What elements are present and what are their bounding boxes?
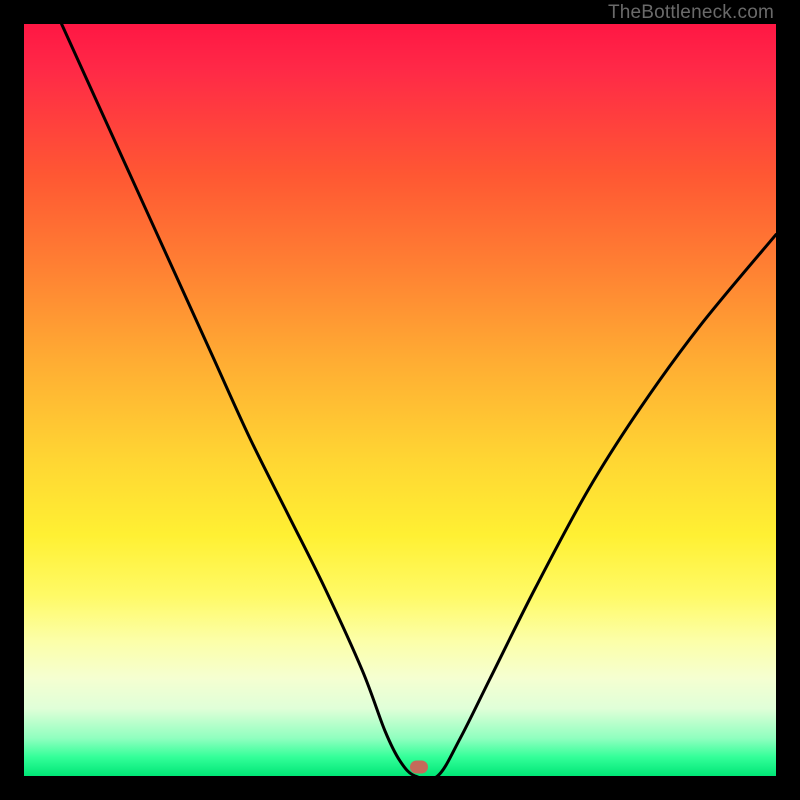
curve-svg [24, 24, 776, 776]
plot-area [24, 24, 776, 776]
watermark-text: TheBottleneck.com [608, 2, 774, 24]
optimal-point-marker [410, 760, 428, 773]
chart-container: TheBottleneck.com [0, 0, 800, 800]
bottleneck-curve-path [62, 24, 776, 776]
